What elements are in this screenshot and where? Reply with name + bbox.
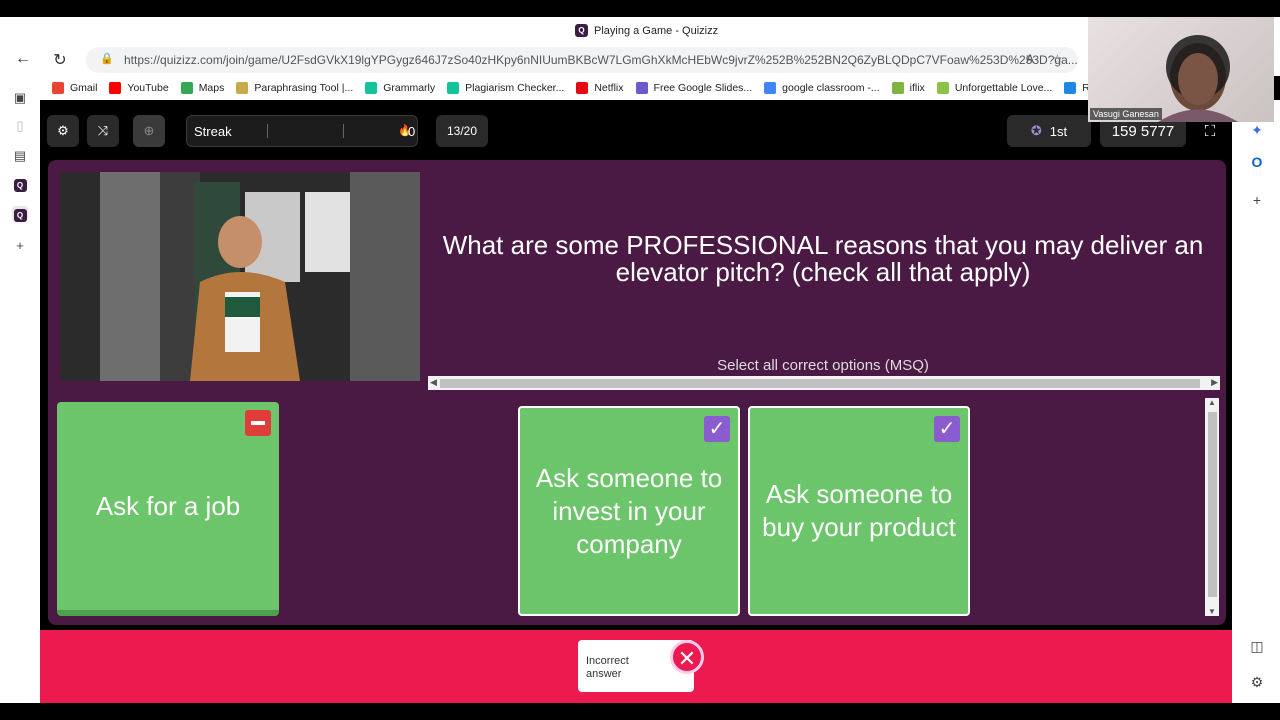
webcam-overlay: Vasugi Ganesan [1088,17,1274,122]
scroll-left-icon[interactable]: ◀ [430,377,437,388]
bookmark-item[interactable]: YouTube [109,82,169,94]
browser-left-sidebar: ▣ ▯ ▤ Q Q + [0,76,40,703]
quiz-game-area: ⚙ ⤨ ⊕ Streak 🔥 0 13/20 ✪ 1st 159 5777 ⛶ [40,100,1232,630]
bookmark-label: Paraphrasing Tool |... [254,82,354,94]
bookmark-favicon-icon [764,82,777,94]
vertical-scroll-thumb[interactable] [1208,412,1217,597]
horizontal-scroll-thumb[interactable] [440,379,1200,388]
bookmark-item[interactable]: Plagiarism Checker... [447,82,564,94]
bookmark-item[interactable]: Paraphrasing Tool |... [236,82,353,94]
bookmark-favicon-icon [891,82,904,94]
streak-value: 0 [408,124,416,139]
shuffle-off-icon[interactable]: ⤨ [87,115,119,147]
bookmark-label: Maps [198,82,225,94]
page-icon[interactable]: ▯ [12,118,28,134]
bookmark-label: Netflix [594,82,624,94]
bookmark-item[interactable]: Gmail [52,82,97,94]
bookmark-item[interactable]: Maps [180,82,225,94]
scroll-down-icon[interactable]: ▼ [1208,607,1216,616]
bookmark-favicon-icon [180,82,193,94]
favorite-star-icon[interactable]: ☆ [1052,52,1063,66]
bookmark-label: iflix [909,82,925,94]
feedback-text: Incorrect answer [586,655,629,680]
horizontal-scrollbar[interactable]: ◀ ▶ [428,376,1220,390]
reload-icon[interactable]: ↻ [50,50,70,70]
bookmark-item[interactable]: iflix [891,82,925,94]
quizizz-favicon-icon: Q [575,24,588,37]
bookmark-label: google classroom -... [782,82,880,94]
bookmark-label: Plagiarism Checker... [465,82,565,94]
screen: Q Playing a Game - Quizizz ← ↻ 🔒 https:/… [0,0,1280,720]
quizizz-active-tab-icon[interactable]: Q [12,206,28,222]
missed-minus-icon [245,410,271,436]
incorrect-answer-badge: Incorrect answer ✕ [578,640,704,692]
bookmark-label: Unforgettable Love... [954,82,1053,94]
option-card-2[interactable]: ✓ Ask someone to invest in your company [518,406,740,616]
bottom-letterbox [0,703,1280,720]
rank-value: 1st [1049,123,1068,139]
scroll-right-icon[interactable]: ▶ [1211,377,1218,388]
bookmark-favicon-icon [447,82,460,94]
read-aloud-icon[interactable]: A [1026,52,1034,66]
vertical-scrollbar[interactable]: ▲ ▼ [1205,398,1219,616]
streak-bar: Streak 🔥 0 [186,115,418,147]
msq-instruction: Select all correct options (MSQ) [717,357,929,374]
bookmark-favicon-icon [365,82,378,94]
scroll-up-icon[interactable]: ▲ [1208,398,1216,407]
question-text: What are some PROFESSIONAL reasons that … [442,230,1204,287]
zoom-icon[interactable]: ⊕ [133,115,165,147]
bookmark-item[interactable]: Netflix [576,82,624,94]
tab-actions-icon[interactable]: ▣ [12,90,28,106]
question-panel: What are some PROFESSIONAL reasons that … [48,160,1226,625]
option-card-3[interactable]: ✓ Ask someone to buy your product [748,406,970,616]
url-text: https://quizizz.com/join/game/U2FsdGVkX1… [124,53,1078,67]
copilot-icon[interactable]: ✦ [1248,122,1266,140]
sidebar-toggle-icon[interactable]: ◫ [1248,638,1266,656]
rank-badge: ✪ 1st [1007,115,1091,147]
lock-icon[interactable]: 🔒 [100,52,114,65]
sidebar-settings-gear-icon[interactable]: ⚙ [1248,674,1266,692]
bookmark-item[interactable]: Grammarly [365,82,435,94]
bookmark-item[interactable]: google classroom -... [764,82,880,94]
window-title: Playing a Game - Quizizz [594,24,719,37]
new-tab-plus-icon[interactable]: + [12,238,28,254]
streak-label: Streak [194,124,232,139]
bookmark-favicon-icon [1064,82,1077,94]
question-image [60,172,420,381]
bookmark-label: Free Google Slides... [653,82,753,94]
add-sidebar-plus-icon[interactable]: + [1248,192,1266,210]
option-1-text: Ask for a job [95,490,241,521]
bookmark-favicon-icon [635,82,648,94]
bookmark-favicon-icon [236,82,249,94]
quizizz-tab-icon[interactable]: Q [12,176,28,192]
checkbox-checked-icon[interactable]: ✓ [704,416,730,442]
settings-gear-icon[interactable]: ⚙ [47,115,79,147]
bookmark-favicon-icon [936,82,949,94]
url-field[interactable]: 🔒 https://quizizz.com/join/game/U2FsdGVk… [86,47,1078,73]
document-icon[interactable]: ▤ [12,148,28,164]
bookmark-item[interactable]: R [1064,82,1090,94]
back-arrow-icon[interactable]: ← [13,50,33,68]
bookmark-item[interactable]: Free Google Slides... [635,82,753,94]
browser-right-sidebar: ✦ O + ◫ ⚙ [1232,100,1280,703]
bookmark-favicon-icon [109,82,122,94]
feedback-bar: Incorrect answer ✕ [40,630,1232,703]
bookmark-label: Gmail [70,82,98,94]
checkbox-checked-icon[interactable]: ✓ [934,416,960,442]
bookmark-label: YouTube [127,82,169,94]
bookmark-favicon-icon [52,82,64,94]
question-counter: 13/20 [436,115,488,147]
bookmark-item[interactable]: Unforgettable Love... [936,82,1053,94]
option-3-text: Ask someone to buy your product [762,479,956,542]
close-x-icon: ✕ [670,640,704,674]
participant-name: Vasugi Ganesan [1090,108,1162,120]
medal-icon: ✪ [1030,123,1042,138]
option-card-1[interactable]: Ask for a job [57,402,279,616]
outlook-icon[interactable]: O [1248,154,1266,172]
bookmark-favicon-icon [576,82,589,94]
option-2-text: Ask someone to invest in your company [535,462,723,559]
bookmarks-bar: Gmail YouTube Maps Paraphrasing Tool |... Gr… [40,76,1130,100]
bookmark-label: Grammarly [383,82,436,94]
